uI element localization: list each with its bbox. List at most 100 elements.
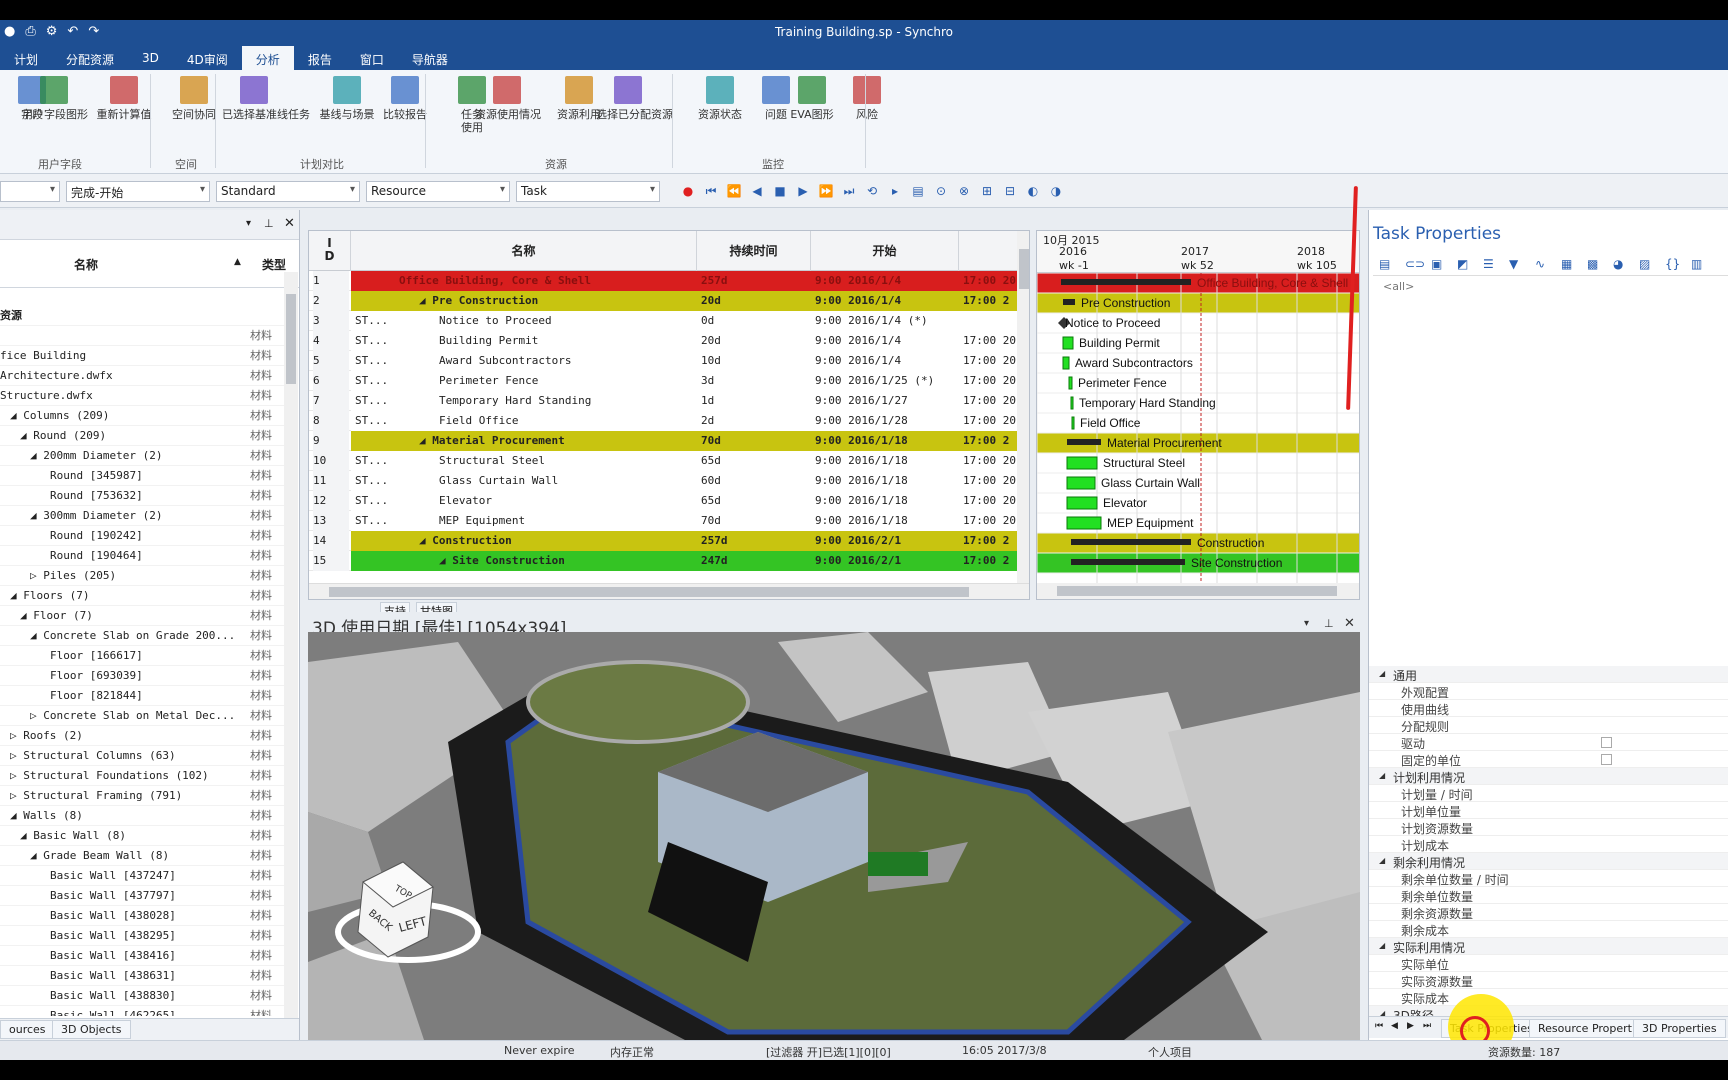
property-row[interactable]: 实际单位: [1369, 955, 1728, 972]
tree-row[interactable]: Basic Wall [438295] 材料: [0, 926, 284, 946]
toolbar-combo-3[interactable]: Resource: [366, 181, 510, 202]
header-finish[interactable]: [959, 231, 1023, 271]
toolbar-icon-8[interactable]: ⟲: [864, 183, 880, 199]
toolbar-icon-14[interactable]: ⊟: [1002, 183, 1018, 199]
property-row[interactable]: 外观配置: [1369, 683, 1728, 700]
tree-row[interactable]: Floor [166617] 材料: [0, 646, 284, 666]
tree-row[interactable]: ▷ Structural Columns (63) 材料: [0, 746, 284, 766]
gantt-bar[interactable]: Award Subcontractors: [1062, 356, 1193, 370]
toolbar-combo-0[interactable]: [0, 181, 60, 202]
toolbar-icon-10[interactable]: ▤: [910, 183, 926, 199]
tree-row[interactable]: Basic Wall [438028] 材料: [0, 906, 284, 926]
column-name[interactable]: 名称: [74, 256, 98, 273]
grid-row[interactable]: 12 ST... Elevator 65d 9:00 2016/1/18 17:00 20: [309, 491, 1023, 511]
grid-row[interactable]: 13 ST... MEP Equipment 70d 9:00 2016/1/18 17:…: [309, 511, 1023, 531]
gantt-bar[interactable]: Elevator: [1066, 496, 1147, 510]
grid-row[interactable]: 10 ST... Structural Steel 65d 9:00 2016/1/18…: [309, 451, 1023, 471]
tree-row[interactable]: ◢ Concrete Slab on Grade 200... 材料: [0, 626, 284, 646]
ribbon-button-2[interactable]: 重新计算值: [92, 76, 156, 121]
grid-row[interactable]: 4 ST... Building Permit 20d 9:00 2016/1/4 17:…: [309, 331, 1023, 351]
tree-row[interactable]: ◢ Columns (209) 材料: [0, 406, 284, 426]
tree-row[interactable]: 资源: [0, 306, 284, 326]
tree-row[interactable]: Round [190242] 材料: [0, 526, 284, 546]
properties-tool-icon-5[interactable]: ▼: [1509, 257, 1518, 271]
menu-7[interactable]: 导航器: [398, 46, 462, 70]
tab-nav-icon-0[interactable]: ⏮: [1375, 1021, 1383, 1031]
close-icon[interactable]: ✕: [1344, 616, 1355, 631]
ribbon-button-3[interactable]: 空间协同: [162, 76, 226, 121]
property-row[interactable]: 计划单位量: [1369, 802, 1728, 819]
scroll-thumb[interactable]: [329, 587, 969, 597]
toolbar-icon-16[interactable]: ◑: [1048, 183, 1064, 199]
tree-row[interactable]: Structure.dwfx 材料: [0, 386, 284, 406]
panel-tab-1[interactable]: 3D Objects: [52, 1020, 131, 1039]
properties-tool-icon-2[interactable]: ▣: [1431, 257, 1442, 271]
ribbon-button-5[interactable]: 基线与场景: [315, 76, 379, 121]
tree-row[interactable]: ▷ Piles (205) 材料: [0, 566, 284, 586]
menu-6[interactable]: 窗口: [346, 46, 398, 70]
toolbar-icon-4[interactable]: ■: [772, 183, 788, 199]
property-checkbox[interactable]: [1601, 737, 1612, 748]
toolbar-icon-15[interactable]: ◐: [1025, 183, 1041, 199]
sort-icon[interactable]: ▲: [234, 257, 241, 267]
gantt-bar[interactable]: Temporary Hard Standing: [1070, 396, 1216, 410]
tree-row[interactable]: ▷ Structural Framing (791) 材料: [0, 786, 284, 806]
tree-row[interactable]: ◢ Round (209) 材料: [0, 426, 284, 446]
menu-1[interactable]: 分配资源: [52, 46, 128, 70]
tree-row[interactable]: ◢ Basic Wall (8) 材料: [0, 826, 284, 846]
grid-row[interactable]: 3 ST... Notice to Proceed 0d 9:00 2016/1/4 (…: [309, 311, 1023, 331]
ribbon-button-8[interactable]: 资源使用情况: [475, 76, 541, 121]
tree-row[interactable]: ◢ Walls (8) 材料: [0, 806, 284, 826]
collapse-icon[interactable]: ◢: [1379, 771, 1385, 780]
tree-row[interactable]: Basic Wall [438830] 材料: [0, 986, 284, 1006]
ribbon-button-1[interactable]: 用户字段图形: [22, 76, 88, 121]
property-category[interactable]: ◢ 通用: [1369, 666, 1728, 683]
tab-nav-icon-1[interactable]: ◀: [1391, 1021, 1398, 1031]
collapse-icon[interactable]: ◢: [1379, 856, 1385, 865]
property-row[interactable]: 固定的单位: [1369, 751, 1728, 768]
properties-tool-icon-11[interactable]: {}: [1665, 257, 1680, 271]
properties-tool-icon-12[interactable]: ▥: [1691, 257, 1702, 271]
properties-tool-icon-0[interactable]: ▤: [1379, 257, 1390, 271]
toolbar-icon-9[interactable]: ▸: [887, 183, 903, 199]
tab-nav-icon-2[interactable]: ▶: [1407, 1021, 1414, 1031]
property-row[interactable]: 计划量 / 时间: [1369, 785, 1728, 802]
tree-row[interactable]: Round [753632] 材料: [0, 486, 284, 506]
pin-icon[interactable]: ⊥: [264, 217, 274, 230]
toolbar-icon-7[interactable]: ⏭: [841, 183, 857, 199]
grid-row[interactable]: 1 Office Building, Core & Shell 257d 9:00 2…: [309, 271, 1023, 291]
filter-all[interactable]: <all>: [1383, 280, 1414, 293]
property-row[interactable]: 使用曲线: [1369, 700, 1728, 717]
properties-tab-2[interactable]: 3D Properties: [1633, 1019, 1726, 1038]
ribbon-button-14[interactable]: 风险: [835, 76, 899, 121]
tree-row[interactable]: ▷ Roofs (2) 材料: [0, 726, 284, 746]
property-row[interactable]: 分配规则: [1369, 717, 1728, 734]
property-row[interactable]: 剩余资源数量: [1369, 904, 1728, 921]
grid-row[interactable]: 7 ST... Temporary Hard Standing 1d 9:00 2016…: [309, 391, 1023, 411]
property-row[interactable]: 实际成本: [1369, 989, 1728, 1006]
tree-row[interactable]: ◢ 200mm Diameter (2) 材料: [0, 446, 284, 466]
properties-tool-icon-3[interactable]: ◩: [1457, 257, 1468, 271]
scroll-thumb[interactable]: [1019, 249, 1029, 289]
properties-tool-icon-4[interactable]: ☰: [1483, 257, 1494, 271]
ribbon-button-4[interactable]: 已选择基准线任务: [222, 76, 310, 121]
property-row[interactable]: 计划资源数量: [1369, 819, 1728, 836]
property-row[interactable]: 剩余单位数量 / 时间: [1369, 870, 1728, 887]
properties-tool-icon-6[interactable]: ∿: [1535, 257, 1545, 271]
grid-row[interactable]: 11 ST... Glass Curtain Wall 60d 9:00 2016/1/…: [309, 471, 1023, 491]
header-duration[interactable]: 持续时间: [697, 231, 811, 271]
menu-3[interactable]: 4D审阅: [173, 46, 242, 70]
pin-icon[interactable]: ⊥: [1324, 617, 1334, 630]
toolbar-icon-6[interactable]: ⏩: [818, 183, 834, 199]
gantt-bar[interactable]: Perimeter Fence: [1068, 376, 1167, 390]
gantt-bar[interactable]: MEP Equipment: [1066, 516, 1194, 530]
tree-row[interactable]: Basic Wall [438416] 材料: [0, 946, 284, 966]
tree-row[interactable]: ▷ Concrete Slab on Metal Dec... 材料: [0, 706, 284, 726]
property-category[interactable]: ◢ 剩余利用情况: [1369, 853, 1728, 870]
property-category[interactable]: ◢ 计划利用情况: [1369, 768, 1728, 785]
ribbon-button-6[interactable]: 比较报告: [373, 76, 437, 121]
gantt-bar[interactable]: Glass Curtain Wall: [1066, 476, 1200, 490]
menu-4[interactable]: 分析: [241, 46, 294, 70]
3d-scene[interactable]: TOP BACK LEFT: [308, 632, 1360, 1052]
tree-row[interactable]: ◢ Floors (7) 材料: [0, 586, 284, 606]
